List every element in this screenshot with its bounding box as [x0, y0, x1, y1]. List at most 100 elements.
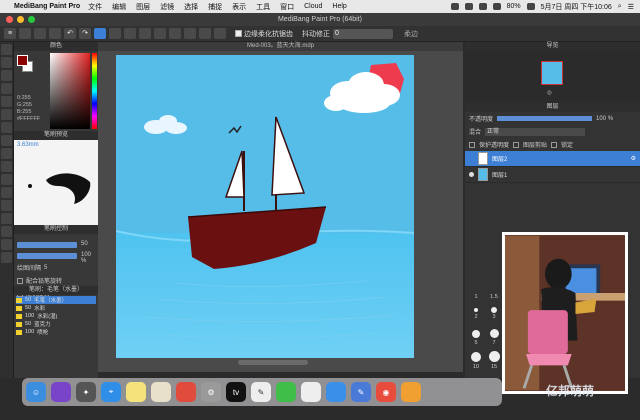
softness-label[interactable]: 柔边	[404, 29, 418, 39]
dot-tool-icon[interactable]	[1, 70, 12, 81]
protect-alpha-checkbox[interactable]	[469, 141, 475, 148]
undo-icon[interactable]: ↶	[64, 28, 76, 39]
eye-icon[interactable]	[469, 156, 474, 161]
wechat-icon[interactable]	[276, 382, 296, 402]
brush-list-header[interactable]: 笔刷：毛笔（水墨）	[14, 286, 98, 295]
wechat-status-icon[interactable]	[464, 3, 473, 10]
pencil-app-icon[interactable]: ✎	[351, 382, 371, 402]
brush-size-dot[interactable]	[471, 352, 481, 362]
check-tool-icon[interactable]	[1, 83, 12, 94]
menu-tools[interactable]: 工具	[256, 2, 270, 12]
brush-list-item[interactable]: 50 蓝克力	[16, 320, 96, 328]
fill-tool-icon[interactable]	[1, 109, 12, 120]
cloud-icon[interactable]	[49, 28, 61, 39]
menu-help[interactable]: Help	[332, 3, 346, 10]
snap-cross-icon[interactable]	[169, 28, 181, 39]
layer-item[interactable]: 图层1	[465, 167, 640, 183]
brush-preview-header[interactable]: 笔刷预览	[14, 131, 98, 140]
drawing-canvas[interactable]	[116, 55, 414, 358]
transform-icon[interactable]	[124, 28, 136, 39]
navigator-header[interactable]: 导览	[465, 42, 640, 51]
stabilizer-value[interactable]: 5	[44, 265, 47, 271]
rotate-checkbox[interactable]	[17, 277, 23, 284]
menu-list-icon[interactable]: ☰	[628, 3, 634, 11]
brush-size-option[interactable]: 5	[469, 340, 483, 346]
gear-icon[interactable]: ⚙	[631, 155, 636, 162]
brush-size-option[interactable]: 1	[469, 294, 483, 300]
select-pen-tool-icon[interactable]	[1, 187, 12, 198]
snap-off-icon[interactable]	[139, 28, 151, 39]
brush-list-item[interactable]: 100 喷枪	[16, 328, 96, 336]
search-icon[interactable]: ⌕	[618, 3, 622, 11]
finder-icon[interactable]: ☺	[26, 382, 46, 402]
blend-mode-select[interactable]: 正常	[485, 127, 586, 136]
redo-icon[interactable]: ↷	[79, 28, 91, 39]
eyedropper-tool-icon[interactable]	[1, 239, 12, 250]
menu-select[interactable]: 选择	[184, 2, 198, 12]
brush-size-dot[interactable]	[474, 308, 478, 312]
bucket-tool-icon[interactable]	[1, 122, 12, 133]
layer-panel-header[interactable]: 图层	[465, 103, 640, 112]
chrome-icon[interactable]: ◉	[376, 382, 396, 402]
eye-icon[interactable]	[469, 172, 474, 177]
qq-icon[interactable]	[301, 382, 321, 402]
brush-opacity-slider[interactable]: 100 %	[17, 252, 91, 264]
menu-cloud[interactable]: Cloud	[304, 3, 322, 10]
text-tool-icon[interactable]	[1, 226, 12, 237]
save-icon[interactable]	[34, 28, 46, 39]
brush-size-option[interactable]: 2	[469, 314, 483, 320]
notes-icon[interactable]	[126, 382, 146, 402]
close-window-button[interactable]	[6, 16, 13, 23]
books-icon[interactable]	[176, 382, 196, 402]
photos-icon[interactable]	[401, 382, 421, 402]
stickies-icon[interactable]	[151, 382, 171, 402]
battery-icon[interactable]	[526, 3, 535, 10]
snap-parallel-icon[interactable]	[154, 28, 166, 39]
snap-radial-icon[interactable]	[184, 28, 196, 39]
status-icon[interactable]	[450, 3, 459, 10]
snap-circle-icon[interactable]	[199, 28, 211, 39]
select-tool-icon[interactable]	[1, 148, 12, 159]
layer-opacity-slider[interactable]	[497, 116, 593, 121]
layer-item[interactable]: 图层2 ⚙	[465, 151, 640, 167]
antialias-checkbox[interactable]: 边缘柔化抗锯齿	[235, 29, 293, 39]
select-eraser-tool-icon[interactable]	[1, 200, 12, 211]
brush-tool-icon[interactable]	[1, 44, 12, 55]
color-panel-header[interactable]: 颜色	[14, 42, 98, 51]
eraser-tool-icon[interactable]	[1, 57, 12, 68]
brush-size-option[interactable]: 15	[487, 364, 501, 370]
apple-tv-icon[interactable]: tv	[226, 382, 246, 402]
feishu-icon[interactable]	[326, 382, 346, 402]
menu-filter[interactable]: 滤镜	[160, 2, 174, 12]
qq-status-icon[interactable]	[478, 3, 487, 10]
antialias-checkbox-box[interactable]	[235, 30, 242, 37]
menu-layer[interactable]: 图层	[136, 2, 150, 12]
brush-size-option[interactable]: 1.5	[487, 294, 501, 300]
brush-size-option[interactable]: 3	[487, 314, 501, 320]
menu-view[interactable]: 表示	[232, 2, 246, 12]
menu-edit[interactable]: 编辑	[112, 2, 126, 12]
divide-tool-icon[interactable]	[1, 213, 12, 224]
document-tab[interactable]: Med-003。蓝天大海.mdp	[98, 42, 463, 51]
hue-slider[interactable]	[92, 53, 97, 129]
foreground-color-swatch[interactable]	[17, 55, 28, 66]
brush-size-option[interactable]: 10	[469, 364, 483, 370]
wifi-icon[interactable]	[492, 3, 501, 10]
zoom-window-button[interactable]	[28, 16, 35, 23]
canvas-scrollbar[interactable]	[238, 360, 308, 365]
brush-size-dot[interactable]	[489, 351, 500, 362]
snap-curve-icon[interactable]	[214, 28, 226, 39]
brush-size-dot[interactable]	[490, 329, 499, 338]
gradient-tool-icon[interactable]	[1, 135, 12, 146]
lasso-tool-icon[interactable]	[1, 161, 12, 172]
lock-checkbox[interactable]	[551, 141, 558, 148]
system-preferences-icon[interactable]: ⚙	[201, 382, 221, 402]
safari-icon[interactable]: ⌖	[101, 382, 121, 402]
new-doc-icon[interactable]	[19, 28, 31, 39]
selection-tool-icon[interactable]	[94, 28, 106, 39]
minimize-window-button[interactable]	[17, 16, 24, 23]
brush-size-slider[interactable]: 50	[17, 241, 88, 248]
clip-checkbox[interactable]	[513, 141, 520, 148]
stabilizer-row[interactable]: 绘图间隔 5	[17, 263, 95, 273]
brush-control-header[interactable]: 笔刷控制	[14, 225, 98, 234]
